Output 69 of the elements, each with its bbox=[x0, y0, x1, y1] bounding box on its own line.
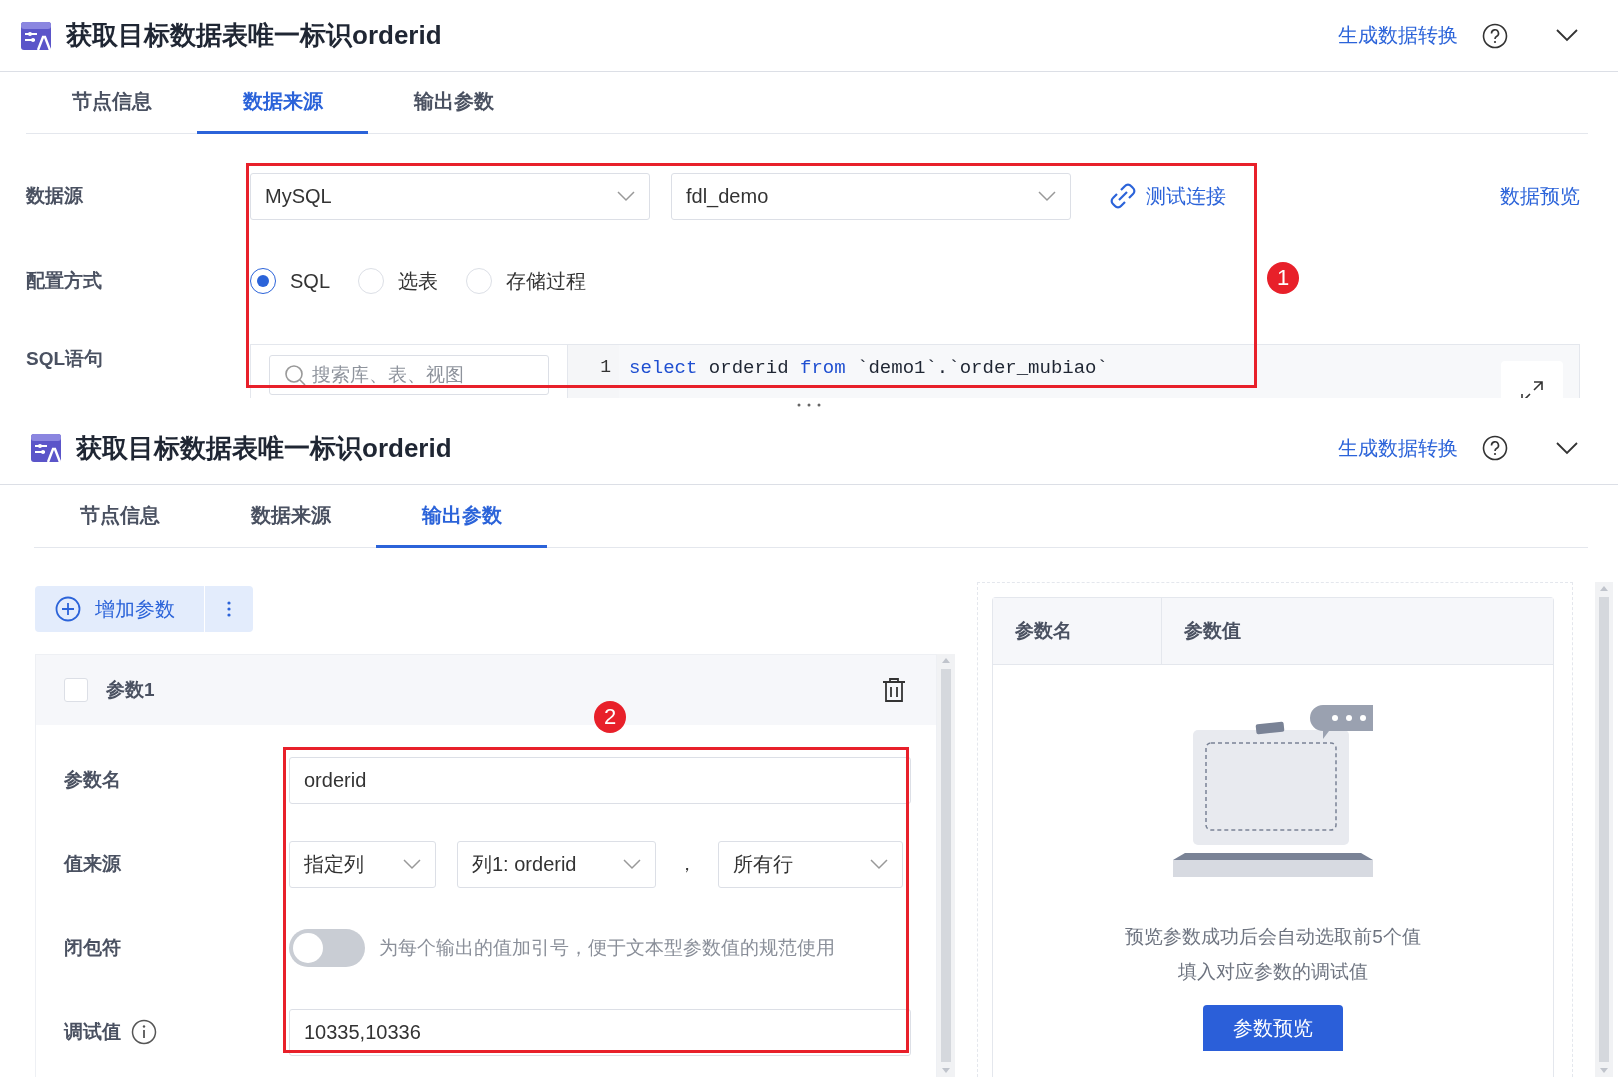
chevron-down-icon bbox=[1038, 190, 1056, 202]
column-header: 参数名 bbox=[993, 598, 1162, 664]
help-icon[interactable] bbox=[1482, 22, 1508, 49]
data-preview-link[interactable]: 数据预览 bbox=[1500, 182, 1580, 210]
search-icon bbox=[284, 364, 306, 386]
chevron-down-icon bbox=[403, 858, 421, 870]
trash-icon[interactable] bbox=[882, 677, 906, 703]
tab[interactable]: 节点信息 bbox=[34, 485, 205, 548]
node-title: 获取目标数据表唯一标识orderid bbox=[66, 19, 443, 52]
empty-state-text: 填入对应参数的调试值 bbox=[1177, 960, 1369, 984]
column-header: 参数值 bbox=[1183, 619, 1242, 643]
expand-icon bbox=[1520, 380, 1544, 398]
line-number: 1 bbox=[568, 345, 619, 398]
field-label: 闭包符 bbox=[64, 936, 122, 960]
debug-value-field[interactable]: 10335,10336 bbox=[289, 1008, 911, 1056]
field-label: 配置方式 bbox=[26, 269, 103, 293]
empty-state-text: 预览参数成功后会自动选取前5个值 bbox=[1125, 925, 1421, 949]
field-label: 参数名 bbox=[64, 768, 122, 792]
test-connection-link[interactable]: 测试连接 bbox=[1110, 182, 1226, 210]
scrollbar[interactable] bbox=[937, 654, 955, 1077]
node-title: 获取目标数据表唯一标识orderid bbox=[76, 431, 453, 465]
chevron-down-icon[interactable] bbox=[1556, 441, 1578, 455]
scroll-down-icon[interactable] bbox=[1600, 1068, 1608, 1073]
toggle-switch[interactable] bbox=[289, 929, 365, 967]
tab[interactable]: 输出参数 bbox=[368, 72, 539, 134]
select-field[interactable]: MySQL bbox=[250, 172, 650, 220]
radio-option[interactable]: 存储过程 bbox=[466, 267, 587, 295]
chevron-down-icon bbox=[617, 190, 635, 202]
parameter-preview-button[interactable]: 参数预览 bbox=[1203, 1005, 1343, 1051]
chevron-down-icon bbox=[623, 858, 641, 870]
parameter-title: 参数1 bbox=[106, 678, 156, 702]
step-badge: 1 bbox=[1267, 262, 1299, 294]
select-field[interactable]: 列1: orderid bbox=[457, 840, 656, 888]
info-icon[interactable] bbox=[131, 1019, 157, 1045]
field-label: 数据源 bbox=[26, 184, 84, 208]
select-field[interactable]: 指定列 bbox=[289, 840, 436, 888]
chevron-down-icon bbox=[870, 858, 888, 870]
field-label: SQL语句 bbox=[26, 347, 105, 371]
node-icon bbox=[20, 19, 52, 52]
tab[interactable]: 输出参数 bbox=[376, 485, 547, 548]
help-icon[interactable] bbox=[1482, 435, 1508, 461]
chevron-down-icon[interactable] bbox=[1556, 29, 1578, 42]
tab[interactable]: 数据来源 bbox=[205, 485, 376, 548]
select-field[interactable]: fdl_demo bbox=[671, 172, 1071, 220]
sql-code: select orderid from `demo1`.`order_mubiao` bbox=[629, 357, 1108, 379]
hint-text: 为每个输出的值加引号，便于文本型参数值的规范使用 bbox=[379, 936, 835, 960]
radio-option[interactable]: 选表 bbox=[358, 267, 439, 295]
search-placeholder: 搜索库、表、视图 bbox=[312, 363, 464, 387]
scroll-down-icon[interactable] bbox=[942, 1068, 950, 1073]
separator-text: ， bbox=[677, 853, 697, 876]
select-field[interactable]: 所有行 bbox=[718, 840, 903, 888]
scrollbar[interactable] bbox=[1595, 582, 1613, 1077]
checkbox[interactable] bbox=[64, 678, 88, 702]
node-icon bbox=[30, 432, 62, 464]
scroll-up-icon[interactable] bbox=[1600, 586, 1608, 591]
step-badge: 2 bbox=[594, 701, 626, 733]
more-vertical-icon bbox=[227, 601, 231, 617]
parameter-name-field[interactable]: orderid bbox=[289, 756, 911, 804]
tab[interactable]: 节点信息 bbox=[26, 72, 197, 134]
plus-circle-icon bbox=[55, 596, 81, 622]
field-label: 值来源 bbox=[64, 852, 122, 876]
field-label: 调试值 bbox=[64, 1020, 121, 1044]
link-icon bbox=[1110, 183, 1136, 209]
drag-handle-icon[interactable] bbox=[796, 402, 822, 408]
tab[interactable]: 数据来源 bbox=[197, 72, 368, 134]
generate-transform-link[interactable]: 生成数据转换 bbox=[1338, 434, 1458, 462]
radio-option[interactable]: SQL bbox=[250, 268, 331, 294]
generate-transform-link[interactable]: 生成数据转换 bbox=[1338, 22, 1458, 49]
scroll-up-icon[interactable] bbox=[942, 658, 950, 663]
